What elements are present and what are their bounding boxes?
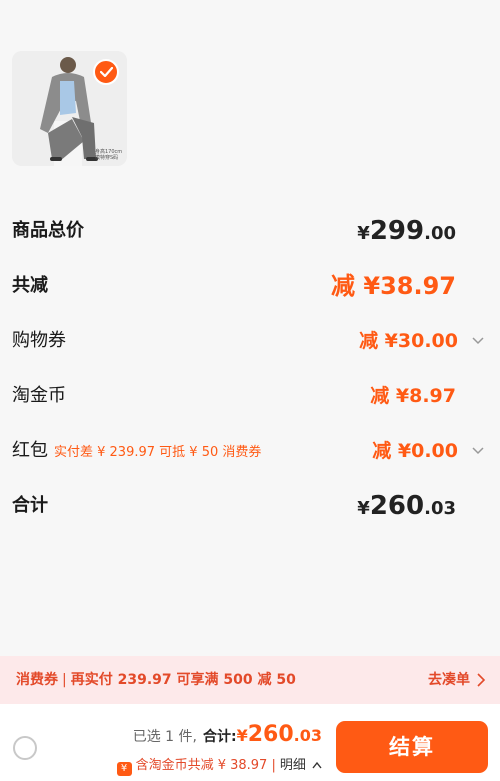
total-price-label: 商品总价 [12,220,84,241]
coupon-row[interactable]: 购物券 减 ¥30.00 [12,326,486,356]
discount-label: 共减 [12,275,48,296]
coins-value: 减 ¥8.97 [370,385,456,407]
coupon-value: 减 ¥30.00 [359,330,458,352]
redpacket-value: 减 ¥0.00 [372,440,458,462]
promo-message: 消费券 | 再实付 239.97 可享满 500 减 50 [16,672,296,688]
checkout-button[interactable]: 结算 [336,721,488,773]
bottom-total-amount: ¥260.03 [236,722,322,747]
coin-discount-line[interactable]: ¥ 含淘金币共减 ¥ 38.97 | 明细 [116,754,322,776]
discount-value: 减 ¥38.97 [331,272,456,300]
grand-total-row: 合计 ¥260.03 [12,491,486,521]
add-items-link[interactable]: 去凑单 [428,656,470,704]
redpacket-label: 红包 [12,440,48,461]
promo-tag: 消费券 [16,672,58,688]
bottom-total-label: 合计: [202,729,237,745]
coins-label: 淘金币 [12,385,66,406]
redpacket-label-group: 红包 实付差 ¥ 239.97 可抵 ¥ 50 消费券 [12,436,261,468]
product-thumbnail[interactable]: 身高170cm 模特穿S码 [12,51,127,166]
promo-text: 再实付 239.97 可享满 500 减 50 [70,672,296,688]
product-tag: 身高170cm 模特穿S码 [95,149,123,161]
total-price-row: 商品总价 ¥299.00 [12,216,486,246]
selected-check-icon[interactable] [93,59,119,85]
coins-row: 淘金币 减 ¥8.97 [12,381,486,411]
detail-link[interactable]: 明细 [280,758,306,773]
grand-total-value: ¥260.03 [357,491,456,521]
chevron-right-icon[interactable] [476,672,486,688]
redpacket-hint: 实付差 ¥ 239.97 可抵 ¥ 50 消费券 [54,445,262,460]
grand-total-label: 合计 [12,495,48,516]
coupon-label: 购物券 [12,330,66,351]
discount-row: 共减 减 ¥38.97 [12,271,486,301]
total-price-value: ¥299.00 [357,216,456,246]
coin-icon: ¥ [116,762,132,776]
checkout-bar: 已选 1 件, 合计:¥260.03 ¥ 含淘金币共减 ¥ 38.97 | 明细 结算 [0,704,500,781]
chevron-up-icon[interactable] [312,761,322,769]
summary-line: 已选 1 件, 合计:¥260.03 [133,722,322,747]
selected-count: 已选 1 件, [132,729,197,745]
redpacket-row[interactable]: 红包 实付差 ¥ 239.97 可抵 ¥ 50 消费券 减 ¥0.00 [12,436,486,466]
promo-bar[interactable]: 消费券 | 再实付 239.97 可享满 500 减 50 去凑单 [0,656,500,704]
coin-discount-text: 含淘金币共减 ¥ 38.97 | [135,758,276,773]
chevron-down-icon[interactable] [470,332,486,348]
select-all-radio[interactable] [13,736,37,760]
chevron-down-icon[interactable] [470,442,486,458]
